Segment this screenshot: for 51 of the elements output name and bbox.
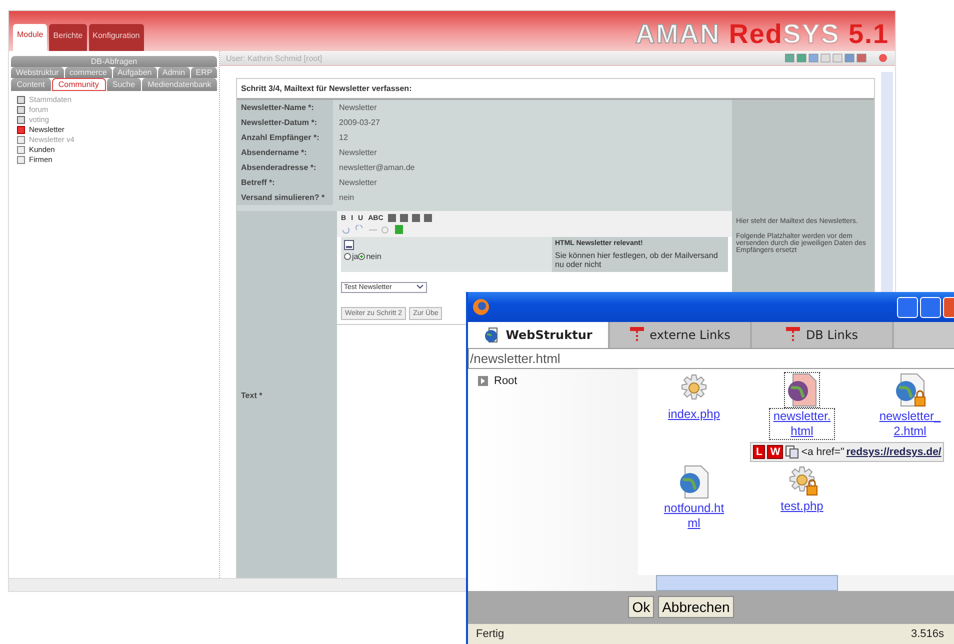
field-value: 12 [338,133,348,142]
tree-node[interactable]: Root [478,375,628,387]
field-value: Newsletter [338,103,377,112]
dialog-button[interactable]: Abbrechen [658,596,734,618]
network-icon [786,327,800,343]
top-tab[interactable]: Module [13,24,48,51]
caret-icon [416,284,424,290]
user-label: User: Kathrin Schmid [root] [226,54,322,62]
toolbar-icons[interactable] [785,53,889,63]
popup-tab[interactable]: DB Links [752,322,894,348]
scroll-thumb[interactable] [656,575,838,591]
field-label: Absenderadresse *: [237,160,333,175]
browser-icon [472,298,490,316]
link-tooltip: L W <a href=" redsys://redsys.de/ [750,442,944,462]
popup-tab[interactable]: externe Links [610,322,752,348]
network-icon [630,327,644,343]
top-tab[interactable]: Berichte [49,24,87,51]
file-link[interactable]: newsletter_2.html [878,409,942,439]
field-label: Betreff *: [237,175,333,190]
file-link[interactable]: notfound.html [662,501,726,531]
hint-text: Sie können hier festlegen, ob der Mailversand nu oder nicht [555,251,719,269]
app-logo: AMAN RedSYS 5.1 [635,18,889,50]
status-text: Fertig [476,628,504,640]
top-tab[interactable]: Konfiguration [88,24,144,51]
field-label: Newsletter-Name *: [237,100,333,115]
timing-text: 3.516s [910,628,944,640]
image-icon [344,240,354,250]
field-label: Absendername *: [237,145,333,160]
field-label: Anzahl Empfänger *: [237,130,333,145]
path-field[interactable]: /newsletter.html [468,348,954,369]
field-label: Newsletter-Datum *: [237,115,333,130]
copy-icon [785,445,800,459]
file-link[interactable]: test.php [770,499,834,514]
field-value: 2009-03-27 [338,118,380,127]
minimize-button[interactable] [897,296,918,318]
globe-icon [484,327,500,343]
radio-option[interactable]: nein [358,252,382,261]
field-value: Newsletter [338,148,377,157]
category-tab[interactable]: Community [52,78,106,91]
field-value: newsletter@aman.de [338,163,415,172]
popup-tab[interactable]: WebStruktur [468,322,610,348]
file-link[interactable]: index.php [662,407,726,422]
field-label: Versand simulieren? * [237,190,333,205]
field-value: nein [338,193,354,202]
file-link[interactable]: newsletter.html [770,409,834,439]
maximize-button[interactable] [920,296,941,318]
field-label: Text * [241,390,262,400]
expand-icon [478,376,488,386]
field-value: Newsletter [338,178,377,187]
radio-option[interactable]: ja [344,252,358,261]
dialog-button[interactable]: Ok [628,596,654,618]
